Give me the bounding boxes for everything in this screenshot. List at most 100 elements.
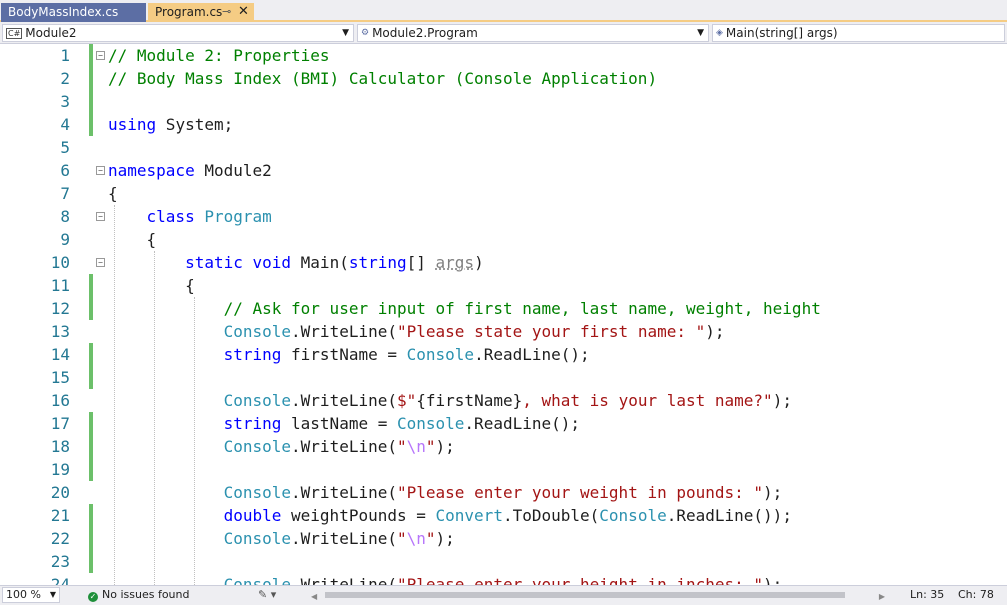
scroll-left-icon[interactable]: ◀ <box>311 588 317 606</box>
code-line[interactable]: 21 double weightPounds = Convert.ToDoubl… <box>0 504 1007 527</box>
collapse-icon[interactable]: − <box>96 51 105 60</box>
pin-icon[interactable]: ⊸ <box>222 3 231 21</box>
code-token: [] <box>406 253 436 272</box>
code-line[interactable]: 13 Console.WriteLine("Please state your … <box>0 320 1007 343</box>
code-line[interactable]: 20 Console.WriteLine("Please enter your … <box>0 481 1007 504</box>
project-dropdown-label: Module2 <box>25 26 77 40</box>
code-token: namespace <box>108 161 195 180</box>
code-token: Console <box>223 575 292 585</box>
code-token: // Module 2: Properties <box>108 46 330 65</box>
code-text: Console.WriteLine("\n"); <box>108 435 455 458</box>
code-cleanup-button[interactable]: ✎ ▾ <box>258 586 276 604</box>
code-line[interactable]: 24 Console.WriteLine("Please enter your … <box>0 573 1007 585</box>
code-token: ); <box>435 529 455 548</box>
code-token: Convert <box>435 506 503 525</box>
code-text: static void Main(string[] args) <box>108 251 484 274</box>
code-token: ) <box>474 253 484 272</box>
scroll-right-icon[interactable]: ▶ <box>879 588 885 606</box>
code-line[interactable]: 9 { <box>0 228 1007 251</box>
code-text: Console.WriteLine("Please enter your hei… <box>108 573 783 585</box>
code-token: double <box>223 506 282 525</box>
code-line[interactable]: 12 // Ask for user input of first name, … <box>0 297 1007 320</box>
change-marker <box>89 44 93 67</box>
code-text: { <box>108 228 157 251</box>
status-bar: 100 % ▼ ✓ No issues found ✎ ▾ ◀ ▶ Ln: 35 … <box>0 585 1007 605</box>
collapse-icon[interactable]: − <box>96 166 105 175</box>
code-line[interactable]: 1 −// Module 2: Properties <box>0 44 1007 67</box>
code-line[interactable]: 11 { <box>0 274 1007 297</box>
code-line[interactable]: 19 <box>0 458 1007 481</box>
code-token: Console <box>223 322 292 341</box>
code-token: static <box>185 253 243 272</box>
change-marker <box>89 113 93 136</box>
code-token: " <box>397 437 407 456</box>
brush-icon: ✎ ▾ <box>258 588 277 601</box>
line-number: 19 <box>50 460 70 479</box>
change-marker <box>89 274 93 297</box>
code-token: firstName = <box>281 345 407 364</box>
code-line[interactable]: 23 <box>0 550 1007 573</box>
code-token: { <box>108 184 118 203</box>
code-token: .ReadLine(); <box>464 414 581 433</box>
code-text: string lastName = Console.ReadLine(); <box>108 412 580 435</box>
code-line[interactable]: 17 string lastName = Console.ReadLine(); <box>0 412 1007 435</box>
code-token: .WriteLine( <box>291 437 397 456</box>
code-token: Console <box>223 391 292 410</box>
member-dropdown[interactable]: ◈ Main(string[] args) <box>712 24 1005 42</box>
code-text: Console.WriteLine("Please enter your wei… <box>108 481 783 504</box>
code-text: namespace Module2 <box>108 159 272 182</box>
line-number: 5 <box>60 138 70 157</box>
code-line[interactable]: 7{ <box>0 182 1007 205</box>
code-token: lastName = <box>281 414 397 433</box>
horizontal-scrollbar[interactable]: ◀ ▶ <box>305 588 885 602</box>
code-token: , what is your last name?" <box>522 391 773 410</box>
code-line[interactable]: 14 string firstName = Console.ReadLine()… <box>0 343 1007 366</box>
collapse-icon[interactable]: − <box>96 212 105 221</box>
tab-program[interactable]: Program.cs ⊸ ✕ <box>148 3 254 22</box>
project-dropdown[interactable]: C# Module2 ▼ <box>2 24 354 42</box>
line-number: 8 <box>60 207 70 226</box>
code-token: Console <box>599 506 667 525</box>
code-line[interactable]: 22 Console.WriteLine("\n"); <box>0 527 1007 550</box>
change-marker <box>89 297 93 320</box>
class-icon: ⚙ <box>361 28 370 38</box>
tab-bodymassindex[interactable]: BodyMassIndex.cs <box>1 3 146 22</box>
close-icon[interactable]: ✕ <box>238 3 249 21</box>
change-marker <box>89 504 93 527</box>
code-line[interactable]: 8 − class Program <box>0 205 1007 228</box>
zoom-dropdown[interactable]: 100 % ▼ <box>2 587 60 603</box>
code-line[interactable]: 2 // Body Mass Index (BMI) Calculator (Co… <box>0 67 1007 90</box>
line-number: 15 <box>50 368 70 387</box>
code-line[interactable]: 4 using System; <box>0 113 1007 136</box>
code-line[interactable]: 6 − namespace Module2 <box>0 159 1007 182</box>
code-token: string <box>223 414 282 433</box>
navigation-bar: C# Module2 ▼ ⚙ Module2.Program ▼ ◈ Main(str… <box>0 22 1007 44</box>
char-indicator: Ch: 78 <box>958 588 994 601</box>
line-number: 7 <box>60 184 70 203</box>
code-line[interactable]: 18 Console.WriteLine("\n"); <box>0 435 1007 458</box>
change-marker <box>89 366 93 389</box>
code-editor[interactable]: 1−// Module 2: Properties 2// Body Mass I… <box>0 44 1007 585</box>
code-line[interactable]: 3 <box>0 90 1007 113</box>
collapse-icon[interactable]: − <box>96 258 105 267</box>
code-line[interactable]: 5 <box>0 136 1007 159</box>
code-token: .WriteLine( <box>291 483 397 502</box>
line-indicator: Ln: 35 <box>910 588 945 601</box>
code-line[interactable]: 16 Console.WriteLine($"{firstName}, what… <box>0 389 1007 412</box>
class-dropdown[interactable]: ⚙ Module2.Program ▼ <box>357 24 709 42</box>
change-marker <box>89 435 93 458</box>
issues-indicator[interactable]: ✓ No issues found <box>88 586 189 604</box>
code-token: "Please enter your height in inches: " <box>397 575 764 585</box>
code-line[interactable]: 15 <box>0 366 1007 389</box>
code-text: { <box>108 182 118 205</box>
change-marker <box>89 412 93 435</box>
code-line[interactable]: 10 − static void Main(string[] args) <box>0 251 1007 274</box>
scrollbar-thumb[interactable] <box>325 592 845 598</box>
chevron-down-icon: ▼ <box>49 590 56 599</box>
